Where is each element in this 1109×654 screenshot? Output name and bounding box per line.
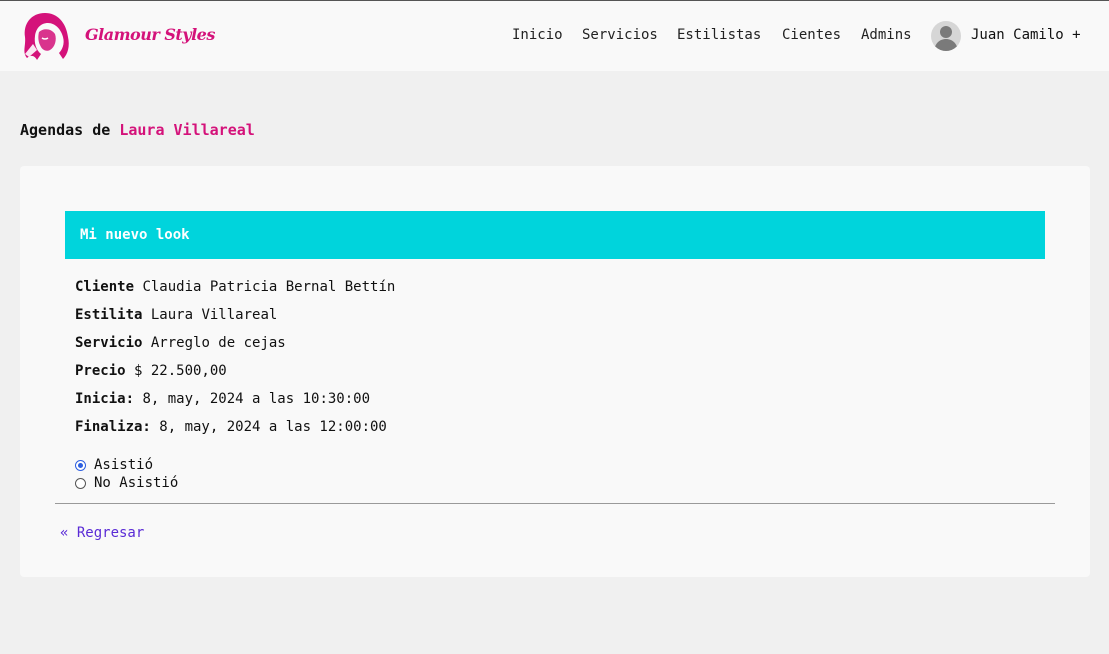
field-label: Cliente — [75, 279, 135, 295]
field-precio: Precio $ 22.500,00 — [75, 363, 227, 379]
appointment-title: Mi nuevo look — [80, 227, 190, 243]
field-cliente: Cliente Claudia Patricia Bernal Bettín — [75, 279, 395, 295]
field-label: Estilita — [75, 307, 143, 323]
field-value: Laura Villareal — [142, 307, 278, 323]
appointment-header: Mi nuevo look — [65, 211, 1045, 259]
field-estilita: Estilita Laura Villareal — [75, 307, 277, 323]
page-title-stylist: Laura Villareal — [119, 121, 255, 139]
radio-asistio[interactable]: Asistió — [75, 457, 153, 473]
field-label: Inicia: — [75, 391, 135, 407]
field-value: Claudia Patricia Bernal Bettín — [134, 279, 396, 295]
page-title-prefix: Agendas de — [20, 121, 111, 139]
radio-no-asistio[interactable]: No Asistió — [75, 475, 178, 491]
radio-button-checked[interactable] — [75, 459, 86, 471]
divider — [55, 503, 1055, 504]
field-value: 8, may, 2024 a las 10:30:00 — [134, 391, 371, 407]
radio-label[interactable]: No Asistió — [94, 475, 178, 491]
field-value: 8, may, 2024 a las 12:00:00 — [150, 419, 387, 435]
nav-inicio[interactable]: Inicio — [512, 27, 563, 43]
brand-name[interactable]: Glamour Styles — [85, 25, 215, 44]
nav-admins[interactable]: Admins — [861, 27, 912, 43]
user-avatar-icon[interactable] — [931, 21, 961, 51]
user-menu[interactable]: Juan Camilo + — [971, 27, 1081, 43]
appointment-card: Mi nuevo look Cliente Claudia Patricia B… — [20, 166, 1090, 577]
navbar: Glamour Styles Inicio Servicios Estilist… — [0, 1, 1109, 71]
radio-label[interactable]: Asistió — [94, 457, 153, 473]
field-inicia: Inicia: 8, may, 2024 a las 10:30:00 — [75, 391, 370, 407]
back-link[interactable]: « Regresar — [60, 525, 144, 541]
nav-servicios[interactable]: Servicios — [582, 27, 658, 43]
field-value: $ 22.500,00 — [125, 363, 227, 379]
field-value: Arreglo de cejas — [142, 335, 286, 351]
nav-estilistas[interactable]: Estilistas — [677, 27, 761, 43]
field-finaliza: Finaliza: 8, may, 2024 a las 12:00:00 — [75, 419, 387, 435]
nav-cientes[interactable]: Cientes — [782, 27, 841, 43]
field-servicio: Servicio Arreglo de cejas — [75, 335, 286, 351]
field-label: Finaliza: — [75, 419, 151, 435]
page-title: Agendas de Laura Villareal — [20, 121, 255, 139]
radio-button[interactable] — [75, 477, 86, 489]
field-label: Precio — [75, 363, 126, 379]
woman-hair-logo-icon[interactable] — [19, 10, 71, 62]
field-label: Servicio — [75, 335, 143, 351]
